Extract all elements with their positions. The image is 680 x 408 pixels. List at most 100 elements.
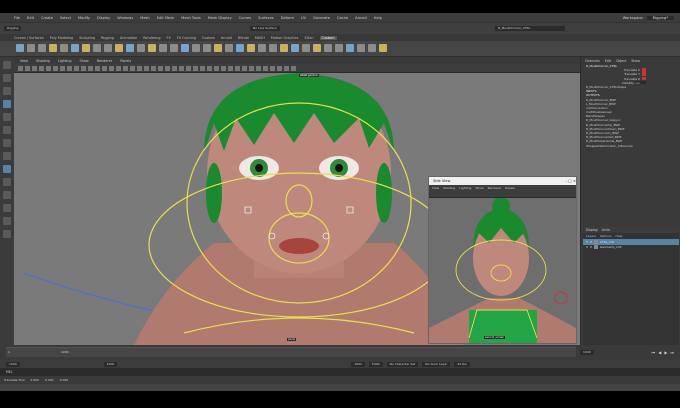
viewport-menu-item[interactable]: Show [80, 59, 89, 63]
viewport-toolbar-icon[interactable] [228, 66, 233, 71]
viewport-toolbar-icon[interactable] [235, 66, 240, 71]
shelf-tab[interactable]: Curves / Surfaces [14, 36, 44, 40]
viewport-menu-item[interactable]: Lighting [58, 59, 72, 63]
panel-menu-item[interactable]: Lighting [459, 186, 471, 190]
shelf-tool-icon[interactable] [126, 44, 134, 52]
playback-toggle[interactable]: P [590, 240, 592, 244]
shelf-tab[interactable]: Bifrost [238, 36, 249, 40]
menu-item[interactable]: Modify [78, 16, 90, 20]
shelf-tool-icon[interactable] [104, 44, 112, 52]
menu-item[interactable]: Display [97, 16, 110, 20]
viewport-toolbar-icon[interactable] [46, 66, 51, 71]
menu-item[interactable]: Deform [281, 16, 294, 20]
toolbox-tool-icon[interactable] [3, 217, 11, 225]
shelf-tab[interactable]: Arnold [221, 36, 232, 40]
step-back-icon[interactable]: ◀ [658, 350, 661, 355]
menu-item[interactable]: Mesh [140, 16, 149, 20]
channel-menu-item[interactable]: Show [631, 59, 640, 63]
menu-item[interactable]: Help [374, 16, 382, 20]
shelf-tool-icon[interactable] [27, 44, 35, 52]
mode-dropdown[interactable]: Rigging [4, 26, 22, 31]
shelf-tool-icon[interactable] [181, 44, 189, 52]
shelf-tool-icon[interactable] [159, 44, 167, 52]
shelf-tool-icon[interactable] [203, 44, 211, 52]
viewport-toolbar-icon[interactable] [137, 66, 142, 71]
toolbox-tool-icon[interactable] [3, 191, 11, 199]
shelf-tool-icon[interactable] [247, 44, 255, 52]
shelf-tool-icon[interactable] [313, 44, 321, 52]
time-slider[interactable]: 1 1000 1000 ⏮ ◀ ▶ ⏭ [0, 345, 680, 360]
layer-tab[interactable]: Anim [602, 228, 610, 232]
attribute-value[interactable] [642, 76, 646, 81]
shelf-tool-icon[interactable] [236, 44, 244, 52]
toolbox-tool-icon[interactable] [3, 126, 11, 134]
workspace-dropdown[interactable]: Rigging* [646, 15, 674, 20]
toolbox-tool-icon[interactable] [3, 87, 11, 95]
viewport-toolbar-icon[interactable] [32, 66, 37, 71]
shelf-tab[interactable]: Rigging [101, 36, 114, 40]
shelf-tool-icon[interactable] [346, 44, 354, 52]
viewport-toolbar-icon[interactable] [165, 66, 170, 71]
viewport-toolbar-icon[interactable] [214, 66, 219, 71]
shelf-tool-icon[interactable] [214, 44, 222, 52]
viewport-toolbar-icon[interactable] [39, 66, 44, 71]
playback-toggle[interactable]: P [590, 245, 592, 249]
viewport-toolbar-icon[interactable] [25, 66, 30, 71]
viewport-toolbar-icon[interactable] [221, 66, 226, 71]
shelf-tool-icon[interactable] [170, 44, 178, 52]
shelf-tab[interactable]: Custom [202, 36, 215, 40]
viewport-menu-item[interactable]: View [20, 59, 28, 63]
range-start-field[interactable]: 1000 [6, 361, 20, 367]
layer-color-swatch[interactable] [593, 239, 598, 244]
shelf-tab[interactable]: MASH [255, 36, 265, 40]
viewport-toolbar-icon[interactable] [95, 66, 100, 71]
menu-item[interactable]: Edit Mesh [157, 16, 175, 20]
toolbox-tool-icon[interactable] [3, 230, 11, 238]
shelf-tool-icon[interactable] [115, 44, 123, 52]
toolbox-tool-icon[interactable] [3, 178, 11, 186]
shelf-tab[interactable]: Custom [319, 35, 337, 40]
toolbox-tool-icon[interactable] [3, 61, 11, 69]
viewport-toolbar-icon[interactable] [207, 66, 212, 71]
menu-item[interactable]: Generate [313, 16, 330, 20]
menu-item[interactable]: Arnold [355, 16, 367, 20]
shelf-tab[interactable]: Rendering [143, 36, 160, 40]
viewport-toolbar-icon[interactable] [18, 66, 23, 71]
attribute-value[interactable] [642, 68, 646, 72]
viewport-toolbar-icon[interactable] [102, 66, 107, 71]
menu-item[interactable]: Select [60, 16, 71, 20]
viewport-toolbar-icon[interactable] [158, 66, 163, 71]
character-set-dropdown[interactable]: No Character Set [386, 361, 419, 367]
viewport-toolbar-icon[interactable] [130, 66, 135, 71]
command-line[interactable]: MEL [0, 368, 680, 376]
viewport-toolbar-icon[interactable] [200, 66, 205, 71]
current-frame-field[interactable]: 1000 [580, 350, 594, 355]
shelf-tool-icon[interactable] [291, 44, 299, 52]
shelf-tab[interactable]: Animation [120, 36, 137, 40]
shelf-tool-icon[interactable] [225, 44, 233, 52]
viewport-toolbar-icon[interactable] [53, 66, 58, 71]
viewport-toolbar-icon[interactable] [193, 66, 198, 71]
shelf-tool-icon[interactable] [60, 44, 68, 52]
go-to-start-icon[interactable]: ⏮ [652, 350, 656, 355]
attribute-value[interactable]: on [636, 80, 646, 85]
close-icon[interactable]: × [573, 179, 576, 183]
shelf-tool-icon[interactable] [137, 44, 145, 52]
shelf-tool-icon[interactable] [280, 44, 288, 52]
shelf-tab[interactable]: FX Caching [177, 36, 196, 40]
visibility-toggle[interactable]: V [586, 240, 588, 244]
visibility-toggle[interactable]: V [586, 245, 588, 249]
go-to-end-icon[interactable]: ⏭ [670, 350, 674, 355]
menu-item[interactable]: Surfaces [258, 16, 274, 20]
viewport-toolbar-icon[interactable] [277, 66, 282, 71]
shelf-tool-icon[interactable] [38, 44, 46, 52]
viewport-toolbar-icon[interactable] [172, 66, 177, 71]
shelf-tool-icon[interactable] [93, 44, 101, 52]
layer-menu-item[interactable]: Layers [586, 234, 596, 238]
viewport-toolbar-icon[interactable] [109, 66, 114, 71]
viewport-toolbar-icon[interactable] [179, 66, 184, 71]
shelf-tool-icon[interactable] [335, 44, 343, 52]
shelf-tool-icon[interactable] [192, 44, 200, 52]
viewport-toolbar-icon[interactable] [270, 66, 275, 71]
shelf-tool-icon[interactable] [302, 44, 310, 52]
